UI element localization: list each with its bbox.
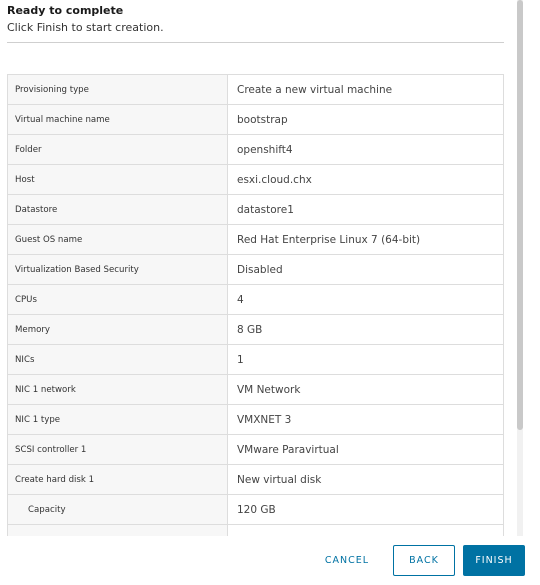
table-row: Provisioning type Create a new virtual m… xyxy=(7,74,504,105)
summary-scroll-area[interactable]: Provisioning type Create a new virtual m… xyxy=(0,44,514,536)
table-row: Guest OS name Red Hat Enterprise Linux 7… xyxy=(7,224,504,255)
row-key xyxy=(7,524,228,536)
row-key: Provisioning type xyxy=(7,74,228,105)
row-value: Create a new virtual machine xyxy=(227,74,504,105)
back-button[interactable]: BACK xyxy=(393,545,455,576)
cancel-button[interactable]: CANCEL xyxy=(312,545,382,576)
row-key: NIC 1 network xyxy=(7,374,228,405)
row-key: Datastore xyxy=(7,194,228,225)
page-subtitle: Click Finish to start creation. xyxy=(7,21,164,34)
header-divider xyxy=(7,42,504,43)
table-row: SCSI controller 1 VMware Paravirtual xyxy=(7,434,504,465)
table-row: NICs 1 xyxy=(7,344,504,375)
row-key: SCSI controller 1 xyxy=(7,434,228,465)
row-key: Guest OS name xyxy=(7,224,228,255)
row-value: bootstrap xyxy=(227,104,504,135)
table-row: Folder openshift4 xyxy=(7,134,504,165)
table-row: Virtual machine name bootstrap xyxy=(7,104,504,135)
row-value: datastore1 xyxy=(227,194,504,225)
table-row: Datastore datastore1 xyxy=(7,194,504,225)
scrollbar-thumb[interactable] xyxy=(517,0,523,430)
wizard-footer xyxy=(0,536,540,585)
table-row: NIC 1 type VMXNET 3 xyxy=(7,404,504,435)
row-key: Host xyxy=(7,164,228,195)
row-value: Red Hat Enterprise Linux 7 (64-bit) xyxy=(227,224,504,255)
row-value: VM Network xyxy=(227,374,504,405)
row-key: Folder xyxy=(7,134,228,165)
row-value: 120 GB xyxy=(227,494,504,525)
row-value: openshift4 xyxy=(227,134,504,165)
row-value: 1 xyxy=(227,344,504,375)
row-key: Memory xyxy=(7,314,228,345)
row-value: VMware Paravirtual xyxy=(227,434,504,465)
row-value: New virtual disk xyxy=(227,464,504,495)
row-value: Disabled xyxy=(227,254,504,285)
table-row: Memory 8 GB xyxy=(7,314,504,345)
row-key: Create hard disk 1 xyxy=(7,464,228,495)
table-row: CPUs 4 xyxy=(7,284,504,315)
table-row: Virtualization Based Security Disabled xyxy=(7,254,504,285)
table-row: Host esxi.cloud.chx xyxy=(7,164,504,195)
row-key: Virtual machine name xyxy=(7,104,228,135)
page-title: Ready to complete xyxy=(7,4,124,17)
row-value: 8 GB xyxy=(227,314,504,345)
table-row: Create hard disk 1 New virtual disk xyxy=(7,464,504,495)
finish-button[interactable]: FINISH xyxy=(463,545,525,576)
row-key: NIC 1 type xyxy=(7,404,228,435)
wizard-step-header: Ready to complete Click Finish to start … xyxy=(7,4,503,36)
row-value: esxi.cloud.chx xyxy=(227,164,504,195)
row-value: VMXNET 3 xyxy=(227,404,504,435)
table-row: Capacity 120 GB xyxy=(7,494,504,525)
table-row xyxy=(7,524,504,536)
row-value xyxy=(227,524,504,536)
summary-table: Provisioning type Create a new virtual m… xyxy=(7,74,504,536)
row-key: Virtualization Based Security xyxy=(7,254,228,285)
row-key: Capacity xyxy=(7,494,228,525)
row-value: 4 xyxy=(227,284,504,315)
table-row: NIC 1 network VM Network xyxy=(7,374,504,405)
row-key: CPUs xyxy=(7,284,228,315)
row-key: NICs xyxy=(7,344,228,375)
